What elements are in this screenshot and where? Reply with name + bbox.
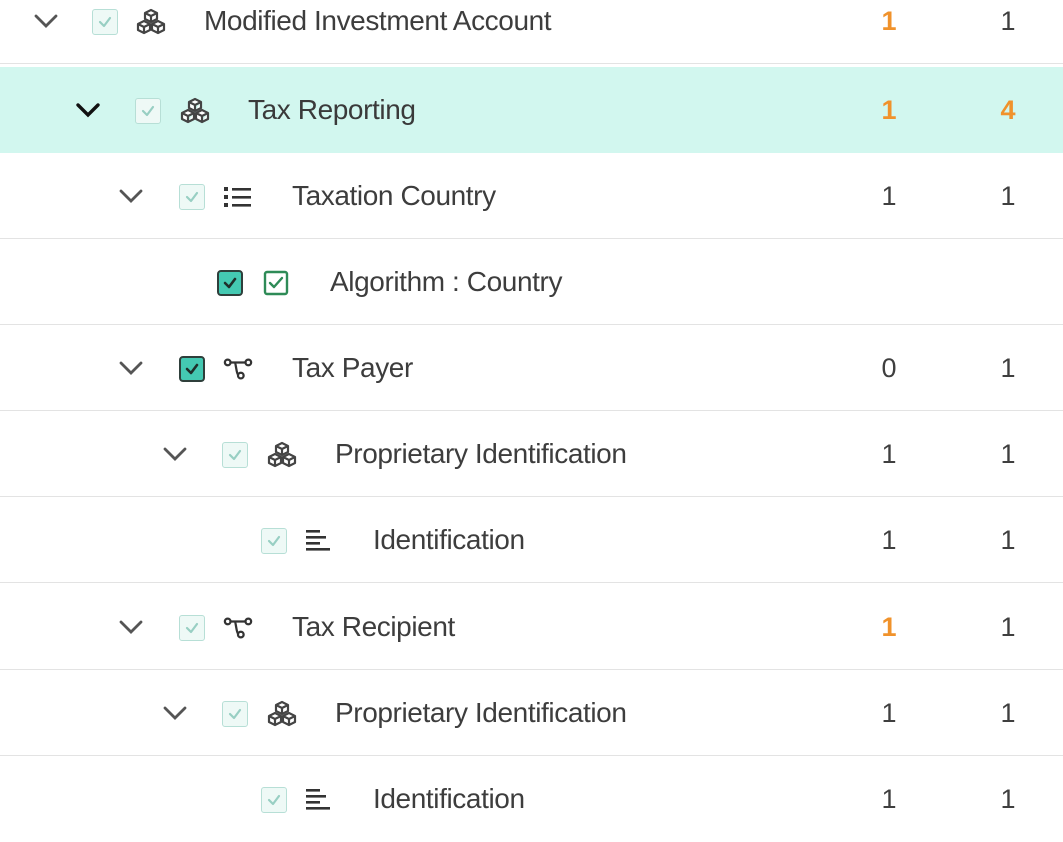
row-label: Tax Reporting [248,94,416,125]
tree-row[interactable]: Taxation Country 1 1 [0,153,1063,239]
tree-row[interactable]: Proprietary Identification 1 1 [0,670,1063,756]
tree-row[interactable]: Proprietary Identification 1 1 [0,411,1063,497]
tree-row[interactable]: Identification 1 1 [0,756,1063,842]
col2-count: 1 [1000,439,1016,469]
col2-count: 1 [1000,353,1016,383]
list-icon [223,182,253,212]
row-label: Taxation Country [292,180,496,211]
row-checkbox[interactable] [92,9,118,35]
col1-count: 1 [881,439,897,469]
row-label: Tax Recipient [292,611,455,642]
row-checkbox[interactable] [222,701,248,727]
col1-count: 1 [881,784,897,814]
row-label: Identification [373,783,525,814]
group-icon [136,7,166,37]
mapping-tree: Modified Investment Account 1 1 Tax Repo… [0,0,1063,822]
row-label: Algorithm : Country [330,266,563,297]
choice-branch-icon [223,613,253,643]
chevron-down-icon[interactable] [117,613,145,641]
col1-count: 1 [881,698,897,728]
row-label: Proprietary Identification [335,438,627,469]
col1-count: 0 [881,353,897,383]
col2-count: 1 [1000,698,1016,728]
row-checkbox[interactable] [179,356,205,382]
algorithm-check-icon [261,268,291,298]
chevron-down-icon[interactable] [161,699,189,727]
chevron-down-icon[interactable] [74,96,102,124]
col2-count: 1 [1000,181,1016,211]
col1-count: 1 [881,6,897,36]
tree-row[interactable]: Modified Investment Account 1 1 [0,0,1063,64]
chevron-down-icon[interactable] [117,354,145,382]
row-label: Identification [373,524,525,555]
tree-row[interactable]: Tax Recipient 1 1 [0,584,1063,670]
text-field-icon [304,526,334,556]
row-checkbox[interactable] [135,98,161,124]
row-checkbox[interactable] [261,528,287,554]
tree-row[interactable]: Algorithm : Country [0,239,1063,325]
tree-row-selected[interactable]: Tax Reporting 1 4 [0,67,1063,153]
chevron-down-icon[interactable] [32,7,60,35]
text-field-icon [304,785,334,815]
group-icon [267,699,297,729]
col1-count: 1 [881,95,897,125]
col2-count: 1 [1000,6,1016,36]
col1-count: 1 [881,612,897,642]
chevron-down-icon[interactable] [117,182,145,210]
col2-count: 1 [1000,525,1016,555]
tree-row[interactable]: Tax Payer 0 1 [0,325,1063,411]
chevron-down-icon[interactable] [161,440,189,468]
group-icon [267,440,297,470]
col1-count: 1 [881,181,897,211]
row-checkbox[interactable] [217,270,243,296]
row-checkbox[interactable] [261,787,287,813]
col2-count: 4 [1000,95,1016,125]
row-checkbox[interactable] [222,442,248,468]
row-label: Modified Investment Account [204,5,552,36]
row-checkbox[interactable] [179,184,205,210]
choice-branch-icon [223,354,253,384]
col2-count: 1 [1000,784,1016,814]
tree-row[interactable]: Identification 1 1 [0,497,1063,583]
col1-count: 1 [881,525,897,555]
row-checkbox[interactable] [179,615,205,641]
col2-count: 1 [1000,612,1016,642]
row-label: Proprietary Identification [335,697,627,728]
row-label: Tax Payer [292,352,413,383]
group-icon [180,96,210,126]
